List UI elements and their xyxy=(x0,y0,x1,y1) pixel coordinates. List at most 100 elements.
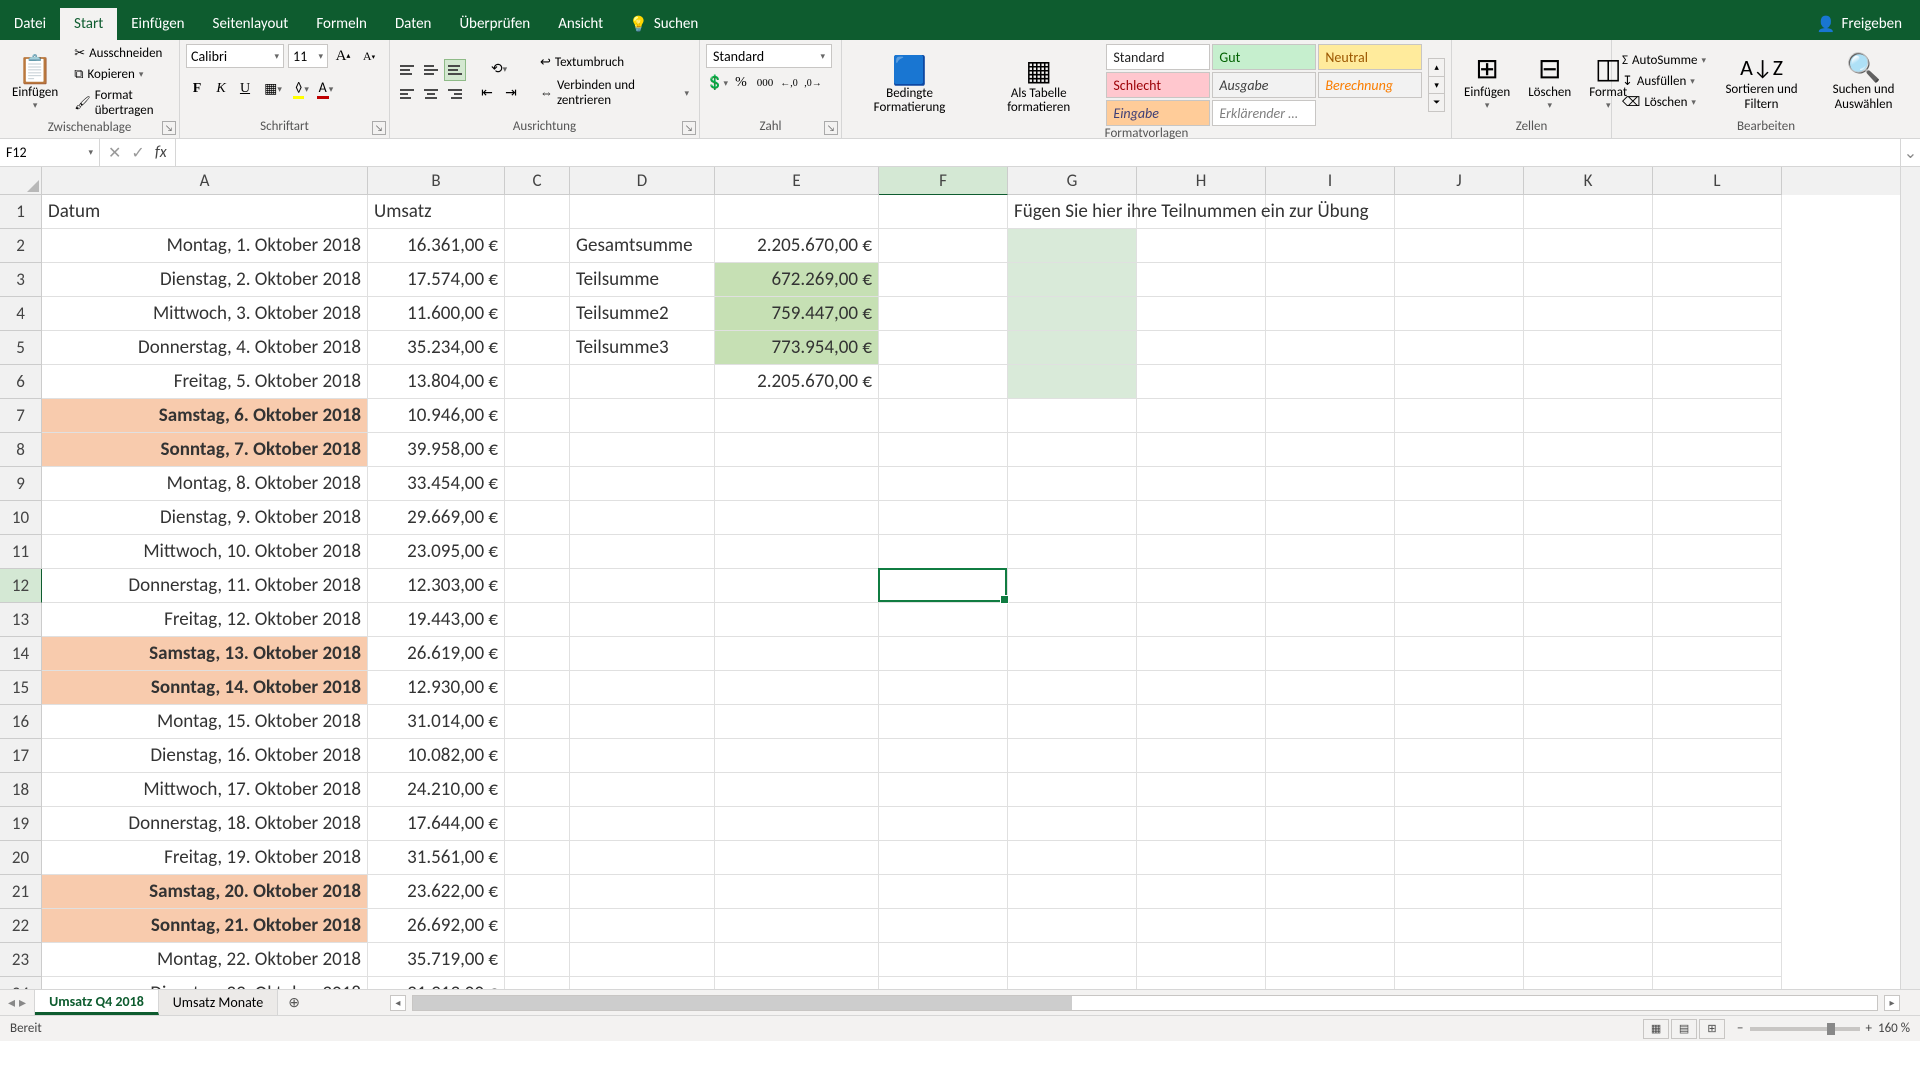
cell[interactable]: Gesamtsumme xyxy=(570,229,715,263)
cell[interactable] xyxy=(715,501,879,535)
cell[interactable]: Donnerstag, 11. Oktober 2018 xyxy=(42,569,368,603)
cell[interactable] xyxy=(1266,603,1395,637)
cell[interactable] xyxy=(1524,467,1653,501)
cell[interactable] xyxy=(1524,569,1653,603)
percent-format-button[interactable]: % xyxy=(730,72,752,94)
cell[interactable] xyxy=(1137,399,1266,433)
cell[interactable]: Montag, 15. Oktober 2018 xyxy=(42,705,368,739)
cell[interactable]: Umsatz xyxy=(368,195,505,229)
cell[interactable] xyxy=(1266,773,1395,807)
cell[interactable] xyxy=(1395,637,1524,671)
cell[interactable]: 33.454,00 € xyxy=(368,467,505,501)
cell[interactable] xyxy=(1395,875,1524,909)
cell[interactable] xyxy=(505,229,570,263)
cell[interactable] xyxy=(1266,535,1395,569)
cell[interactable] xyxy=(1653,773,1782,807)
conditional-formatting-button[interactable]: 🟦 Bedingte Formatierung xyxy=(848,55,971,116)
cell[interactable] xyxy=(1008,501,1137,535)
cell[interactable] xyxy=(1395,229,1524,263)
cell[interactable] xyxy=(879,739,1008,773)
cell[interactable] xyxy=(1395,501,1524,535)
cell[interactable] xyxy=(879,365,1008,399)
cell[interactable] xyxy=(1524,875,1653,909)
font-color-button[interactable]: A▾ xyxy=(314,78,336,100)
cell[interactable] xyxy=(570,467,715,501)
cell[interactable] xyxy=(570,501,715,535)
cell[interactable] xyxy=(1395,841,1524,875)
cell[interactable] xyxy=(505,399,570,433)
bold-button[interactable]: F xyxy=(186,78,208,100)
cell[interactable] xyxy=(570,365,715,399)
cell-style-ausgabe[interactable]: Ausgabe xyxy=(1212,72,1316,98)
cell[interactable] xyxy=(1008,807,1137,841)
cut-button[interactable]: ✂Ausschneiden xyxy=(70,44,173,63)
cell[interactable] xyxy=(1395,263,1524,297)
cell[interactable] xyxy=(1524,739,1653,773)
normal-view-button[interactable]: ▦ xyxy=(1643,1019,1669,1039)
cell[interactable] xyxy=(879,501,1008,535)
cell[interactable] xyxy=(1008,773,1137,807)
cell[interactable] xyxy=(1137,739,1266,773)
cell[interactable] xyxy=(1653,841,1782,875)
cell[interactable] xyxy=(1008,671,1137,705)
accounting-format-button[interactable]: 💲▾ xyxy=(706,72,728,94)
cell[interactable] xyxy=(715,603,879,637)
cell[interactable] xyxy=(1395,331,1524,365)
cell[interactable] xyxy=(505,467,570,501)
cell[interactable] xyxy=(1266,637,1395,671)
row-header[interactable]: 24 xyxy=(0,977,42,989)
cell[interactable] xyxy=(1266,263,1395,297)
cell[interactable] xyxy=(1395,807,1524,841)
styles-scroll-up[interactable]: ▴ xyxy=(1429,59,1444,77)
cell-style-berechnung[interactable]: Berechnung xyxy=(1318,72,1422,98)
cell[interactable] xyxy=(1266,569,1395,603)
cell[interactable]: 39.958,00 € xyxy=(368,433,505,467)
cell[interactable] xyxy=(1008,841,1137,875)
cell[interactable] xyxy=(1524,807,1653,841)
cell[interactable] xyxy=(879,671,1008,705)
cell[interactable] xyxy=(570,943,715,977)
cell[interactable]: Teilsumme2 xyxy=(570,297,715,331)
cell[interactable] xyxy=(505,671,570,705)
cell[interactable]: 31.561,00 € xyxy=(368,841,505,875)
cell[interactable] xyxy=(879,297,1008,331)
cell[interactable] xyxy=(570,535,715,569)
cell[interactable] xyxy=(715,977,879,989)
cell[interactable] xyxy=(570,773,715,807)
cell[interactable] xyxy=(1137,569,1266,603)
row-header[interactable]: 17 xyxy=(0,739,42,773)
cell[interactable] xyxy=(1266,671,1395,705)
cell[interactable] xyxy=(1653,977,1782,989)
hscroll-left[interactable]: ◂ xyxy=(390,995,406,1011)
cell[interactable] xyxy=(1137,501,1266,535)
ribbon-tab-formeln[interactable]: Formeln xyxy=(302,8,381,40)
cell[interactable]: Donnerstag, 18. Oktober 2018 xyxy=(42,807,368,841)
autosum-button[interactable]: ΣAutoSumme▾ xyxy=(1618,51,1710,70)
row-header[interactable]: 21 xyxy=(0,875,42,909)
cell[interactable] xyxy=(1524,943,1653,977)
cell[interactable] xyxy=(1395,977,1524,989)
column-header[interactable]: C xyxy=(505,167,570,195)
comma-format-button[interactable]: 000 xyxy=(754,72,776,94)
cell[interactable] xyxy=(1008,365,1137,399)
row-header[interactable]: 10 xyxy=(0,501,42,535)
cell[interactable] xyxy=(1524,229,1653,263)
cell[interactable] xyxy=(1653,399,1782,433)
cell[interactable]: Samstag, 13. Oktober 2018 xyxy=(42,637,368,671)
row-header[interactable]: 3 xyxy=(0,263,42,297)
cell[interactable] xyxy=(1008,977,1137,989)
decrease-font-button[interactable]: A▾ xyxy=(358,45,380,67)
border-button[interactable]: ▦▾ xyxy=(262,78,284,100)
underline-button[interactable]: U xyxy=(234,78,256,100)
column-header[interactable]: B xyxy=(368,167,505,195)
cell[interactable]: 11.600,00 € xyxy=(368,297,505,331)
cell[interactable] xyxy=(1395,365,1524,399)
cell[interactable] xyxy=(1653,637,1782,671)
cell[interactable] xyxy=(1653,467,1782,501)
fill-button[interactable]: ↧Ausfüllen▾ xyxy=(1618,72,1710,91)
cell[interactable] xyxy=(1266,705,1395,739)
cell[interactable] xyxy=(879,399,1008,433)
cell[interactable] xyxy=(1137,671,1266,705)
tell-me-search[interactable]: 💡 Suchen xyxy=(617,8,710,40)
cell[interactable] xyxy=(1653,365,1782,399)
